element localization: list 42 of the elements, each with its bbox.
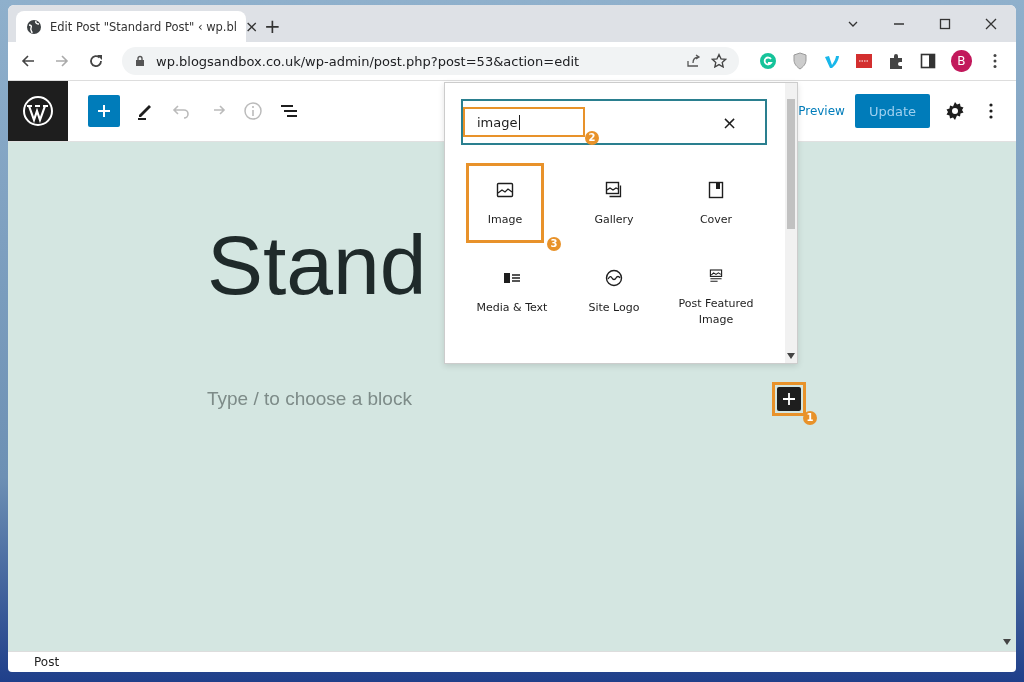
post-title[interactable]: Stand bbox=[207, 220, 427, 310]
block-option[interactable]: Gallery bbox=[575, 163, 653, 243]
preview-link[interactable]: Preview bbox=[798, 104, 845, 118]
plus-icon bbox=[782, 392, 796, 406]
callout-badge: 1 bbox=[803, 411, 817, 425]
wordpress-logo-button[interactable] bbox=[8, 81, 68, 141]
block-option[interactable]: Image bbox=[466, 163, 544, 243]
cover-icon bbox=[706, 180, 726, 200]
reload-icon[interactable] bbox=[88, 53, 104, 69]
logo-icon bbox=[604, 268, 624, 288]
gallery-icon bbox=[604, 180, 624, 200]
block-option[interactable]: Cover bbox=[677, 163, 755, 243]
settings-icon[interactable] bbox=[944, 100, 966, 122]
image-icon bbox=[495, 180, 515, 200]
profile-avatar[interactable]: B bbox=[950, 50, 972, 72]
add-block-button[interactable] bbox=[88, 95, 120, 127]
globe-icon bbox=[26, 18, 42, 35]
lock-icon bbox=[134, 55, 146, 67]
scroll-down-icon[interactable] bbox=[787, 353, 795, 359]
extension-icon[interactable] bbox=[854, 52, 873, 70]
maximize-icon[interactable] bbox=[938, 16, 952, 31]
callout-badge: 3 bbox=[547, 237, 561, 251]
block-option[interactable]: Media & Text bbox=[464, 251, 560, 331]
tab-title: Edit Post "Standard Post" ‹ wp.bl bbox=[50, 19, 238, 34]
scrollbar[interactable] bbox=[785, 83, 797, 363]
back-arrow-icon[interactable] bbox=[20, 53, 36, 69]
clear-search-button[interactable]: × bbox=[721, 111, 737, 133]
block-option[interactable]: Post Featured Image bbox=[668, 251, 764, 331]
share-icon[interactable] bbox=[684, 53, 701, 69]
url-text: wp.blogsandbox.co.uk/wp-admin/post.php?post=53&action=edit bbox=[156, 53, 580, 69]
star-icon[interactable] bbox=[710, 53, 727, 69]
address-bar[interactable]: wp.blogsandbox.co.uk/wp-admin/post.php?post=53&action=edit bbox=[122, 47, 739, 75]
plus-icon bbox=[96, 103, 112, 119]
status-bar-text: Post bbox=[34, 655, 60, 669]
side-panel-icon[interactable] bbox=[918, 52, 937, 70]
wordpress-logo-icon bbox=[22, 95, 54, 127]
callout-badge: 2 bbox=[585, 131, 599, 145]
new-tab-button[interactable]: + bbox=[264, 14, 281, 38]
tab-close-button[interactable]: × bbox=[245, 17, 259, 36]
search-field[interactable]: image 2 × bbox=[461, 99, 767, 145]
block-option[interactable]: Site Logo bbox=[566, 251, 662, 331]
close-icon[interactable] bbox=[984, 16, 998, 31]
